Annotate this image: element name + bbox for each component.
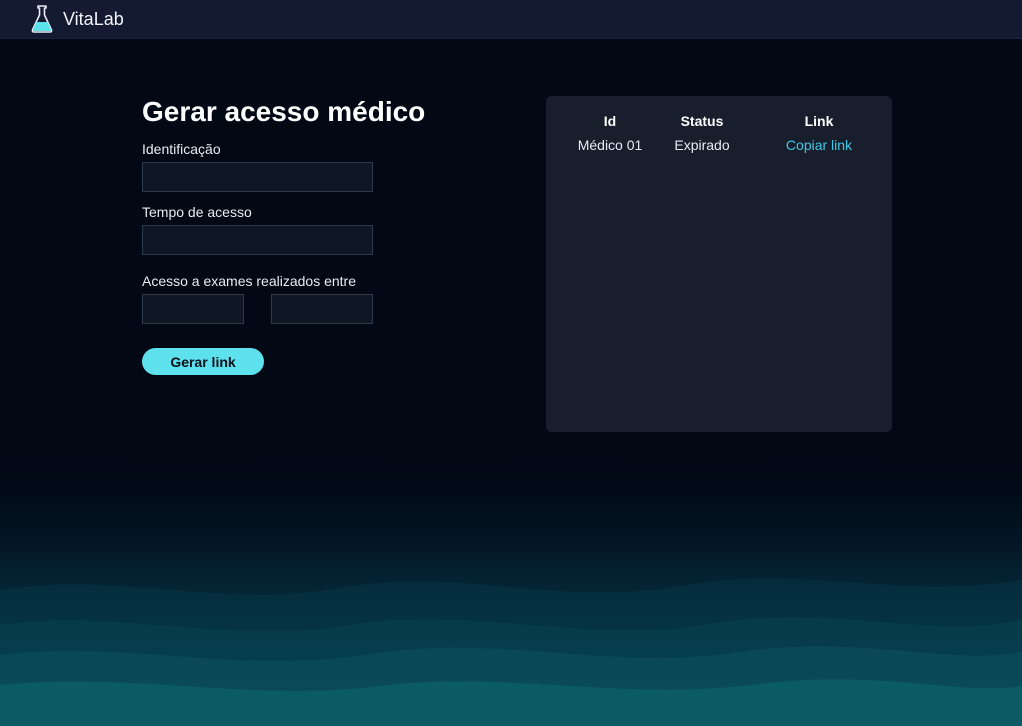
access-table-panel: Id Status Link Médico 01 Expirado Copiar… [546, 96, 892, 432]
column-header-status: Status [680, 113, 724, 129]
access-time-label: Tempo de acesso [142, 204, 252, 220]
exam-range-end-input[interactable] [271, 294, 373, 324]
exam-range-label: Acesso a exames realizados entre [142, 273, 356, 289]
column-header-link: Link [804, 113, 834, 129]
flask-icon [31, 5, 53, 33]
access-time-input[interactable] [142, 225, 373, 255]
identification-input[interactable] [142, 162, 373, 192]
copy-link-button[interactable]: Copiar link [759, 137, 879, 153]
row-status-cell: Expirado [674, 137, 730, 153]
top-navbar: VitaLab [0, 0, 1022, 39]
brand-name[interactable]: VitaLab [63, 9, 124, 30]
generate-link-button[interactable]: Gerar link [142, 348, 264, 375]
exam-range-start-input[interactable] [142, 294, 244, 324]
decorative-waves [0, 440, 1022, 726]
page-title: Gerar acesso médico [142, 96, 426, 127]
identification-label: Identificação [142, 141, 221, 157]
